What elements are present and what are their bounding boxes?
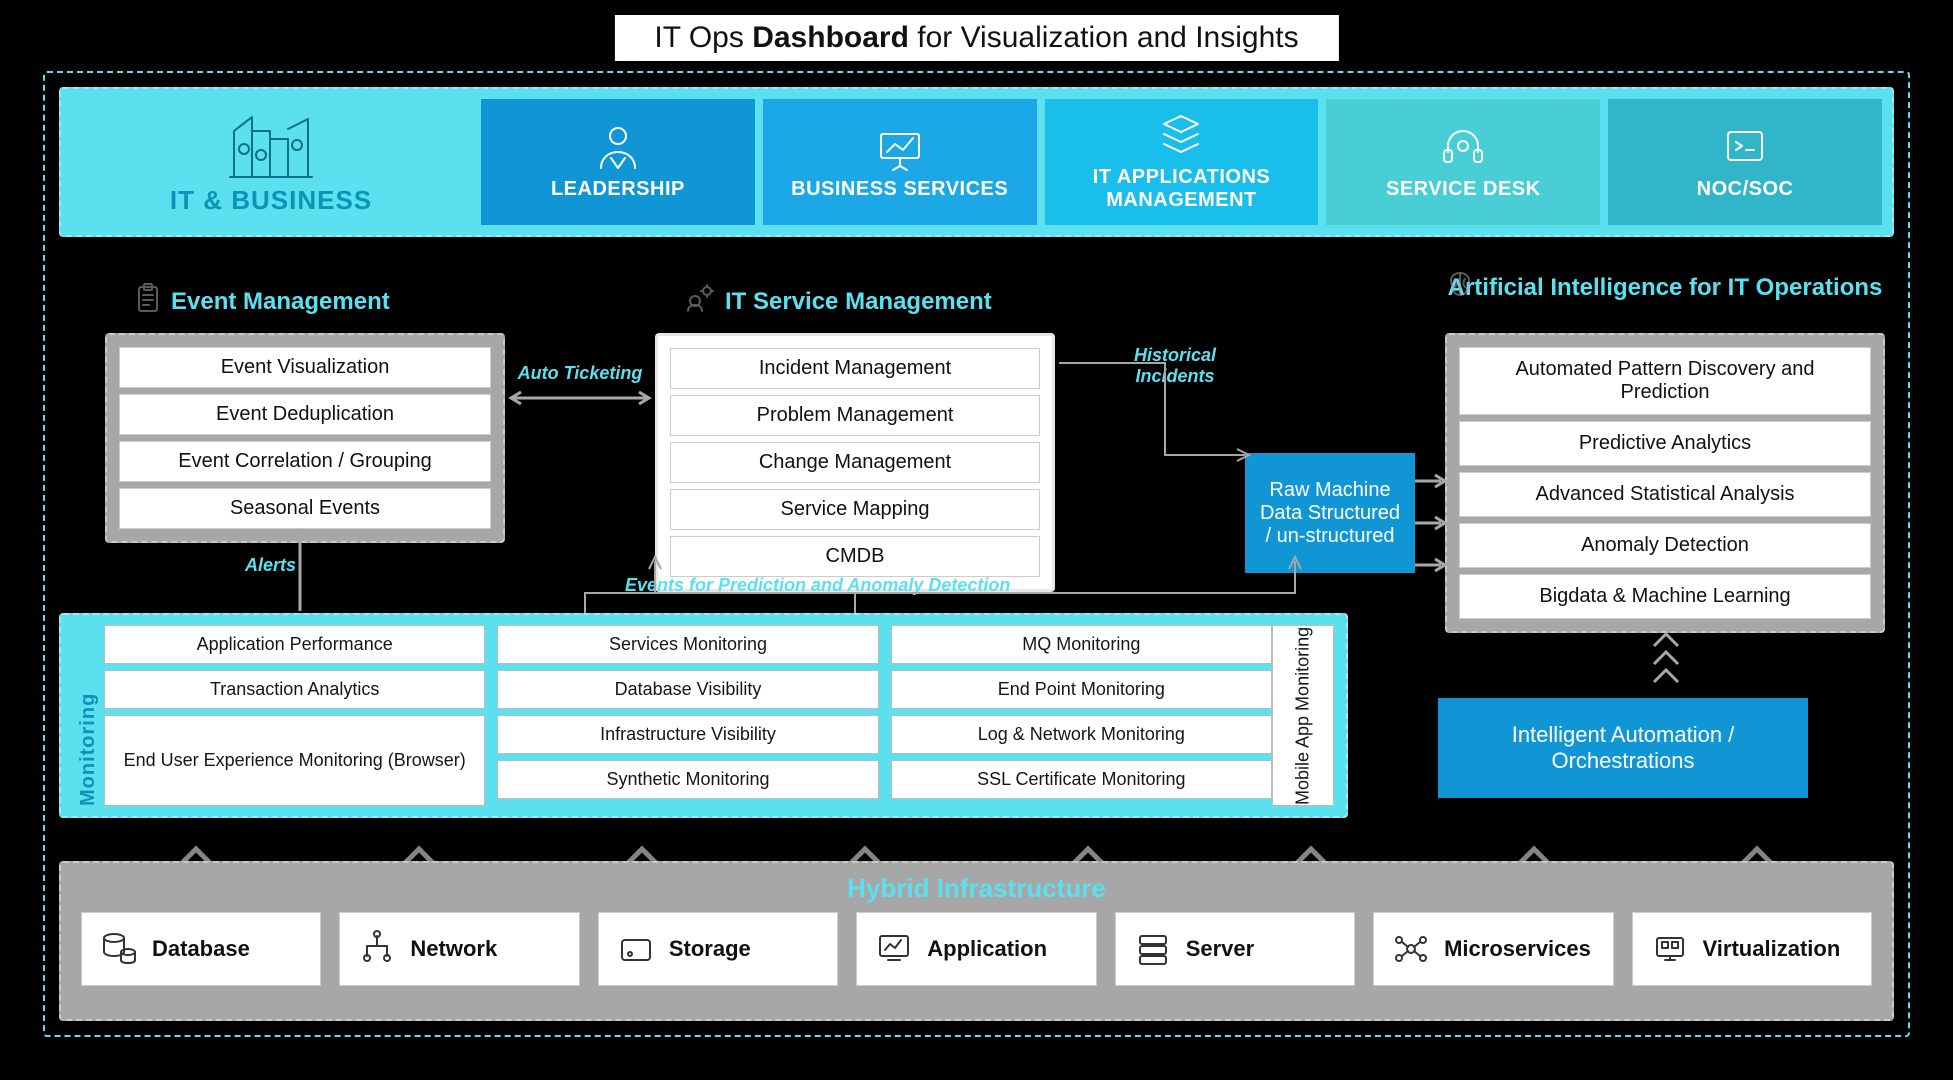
section-title: IT Service Management [725,288,992,316]
hybrid-item-label: Database [152,936,250,962]
application-icon [875,930,913,968]
tab-label: SERVICE DESK [1386,178,1541,201]
monitoring-panel: Monitoring Application Performance Trans… [59,613,1348,818]
hybrid-item-database: Database [81,912,321,986]
connector-auto-ticketing: Auto Ticketing [515,363,645,384]
hybrid-item-label: Server [1186,936,1255,962]
monitoring-label: Monitoring [73,625,104,806]
hybrid-item-server: Server [1115,912,1355,986]
brain-icon [1445,269,1475,307]
tab-label: NOC/SOC [1697,178,1794,201]
hybrid-item-label: Storage [669,936,751,962]
title-segment: for Visualization and Insights [909,21,1299,54]
page-title: IT Ops Dashboard for Visualization and I… [614,15,1338,61]
buildings-icon [226,109,316,181]
title-segment-bold: Dashboard [752,21,909,54]
storage-icon [617,930,655,968]
tab-it-apps-mgmt[interactable]: IT APPLICATIONS MANAGEMENT [1045,99,1319,225]
list-item: Advanced Statistical Analysis [1459,472,1871,517]
list-item: Event Correlation / Grouping [119,441,491,482]
list-item: Bigdata & Machine Learning [1459,574,1871,619]
list-item: Application Performance [104,625,485,664]
list-item: End User Experience Monitoring (Browser) [104,715,485,806]
arrow-icon [1413,471,1449,577]
arrow-icon [1055,355,1255,495]
monitoring-col-3: MQ Monitoring End Point Monitoring Log &… [891,625,1272,806]
list-item: Automated Pattern Discovery and Predicti… [1459,347,1871,415]
list-item: Event Visualization [119,347,491,388]
hybrid-item-virtualization: Virtualization [1632,912,1872,986]
database-icon [100,930,138,968]
tab-business-services[interactable]: BUSINESS SERVICES [763,99,1037,225]
list-item: Incident Management [670,348,1040,389]
list-item: Problem Management [670,395,1040,436]
lead-card: IT & BUSINESS [71,99,471,225]
connector-alerts: Alerts [245,555,296,576]
automation-box: Intelligent Automation / Orchestrations [1438,698,1808,798]
tab-service-desk[interactable]: SERVICE DESK [1326,99,1600,225]
server-icon [1134,930,1172,968]
list-item: Service Mapping [670,489,1040,530]
hybrid-item-network: Network [339,912,579,986]
list-item: End Point Monitoring [891,670,1272,709]
hybrid-item-label: Virtualization [1703,936,1841,962]
hybrid-item-label: Microservices [1444,936,1591,962]
section-heading-itsm: IT Service Management [685,283,992,320]
arrow-icon [575,551,1305,617]
panel-aiops: Automated Pattern Discovery and Predicti… [1445,333,1885,633]
list-item: Seasonal Events [119,488,491,529]
tab-label: LEADERSHIP [551,178,685,201]
tab-noc-soc[interactable]: NOC/SOC [1608,99,1882,225]
mobile-monitoring-cell: Mobile App Monitoring [1272,625,1334,806]
arrow-icon [505,388,655,408]
section-heading-event-mgmt: Event Management [135,283,390,320]
list-item: SSL Certificate Monitoring [891,760,1272,799]
list-item: Predictive Analytics [1459,421,1871,466]
hybrid-item-label: Network [410,936,497,962]
hybrid-item-application: Application [856,912,1096,986]
hybrid-item-microservices: Microservices [1373,912,1613,986]
section-heading-aiops: Artificial Intelligence for IT Operation… [1445,273,1885,303]
virtualization-icon [1651,930,1689,968]
terminal-icon [1720,124,1770,172]
presentation-icon [875,124,925,172]
list-item: Event Deduplication [119,394,491,435]
list-item: Database Visibility [497,670,878,709]
network-icon [358,930,396,968]
list-item: Log & Network Monitoring [891,715,1272,754]
tab-label: IT APPLICATIONS MANAGEMENT [1051,166,1313,212]
list-item: Synthetic Monitoring [497,760,878,799]
monitoring-col-2: Services Monitoring Database Visibility … [497,625,878,806]
title-segment: IT Ops [654,21,752,54]
list-item: MQ Monitoring [891,625,1272,664]
list-item: Infrastructure Visibility [497,715,878,754]
gear-person-icon [685,283,715,320]
hybrid-item-storage: Storage [598,912,838,986]
hybrid-item-label: Application [927,936,1047,962]
top-tabs-row: IT & BUSINESS LEADERSHIP BUSINESS SERVIC… [59,87,1894,237]
tab-label: BUSINESS SERVICES [791,178,1008,201]
hybrid-title: Hybrid Infrastructure [81,873,1872,904]
list-item: Anomaly Detection [1459,523,1871,568]
section-title: Artificial Intelligence for IT Operation… [1448,273,1883,303]
hybrid-infrastructure-panel: Hybrid Infrastructure Database Network S… [59,861,1894,1021]
microservices-icon [1392,930,1430,968]
list-item: Services Monitoring [497,625,878,664]
headset-icon [1438,124,1488,172]
arrow-icon [1650,628,1682,698]
panel-event-mgmt: Event Visualization Event Deduplication … [105,333,505,543]
lead-card-label: IT & BUSINESS [170,185,372,216]
person-icon [593,124,643,172]
section-title: Event Management [171,288,390,316]
monitoring-col-1: Application Performance Transaction Anal… [104,625,485,806]
arrow-icon [290,527,310,617]
layers-icon [1156,112,1206,160]
list-item: Change Management [670,442,1040,483]
tab-leadership[interactable]: LEADERSHIP [481,99,755,225]
list-item: Transaction Analytics [104,670,485,709]
dashboard-container: IT & BUSINESS LEADERSHIP BUSINESS SERVIC… [43,71,1910,1037]
clipboard-icon [135,283,161,320]
